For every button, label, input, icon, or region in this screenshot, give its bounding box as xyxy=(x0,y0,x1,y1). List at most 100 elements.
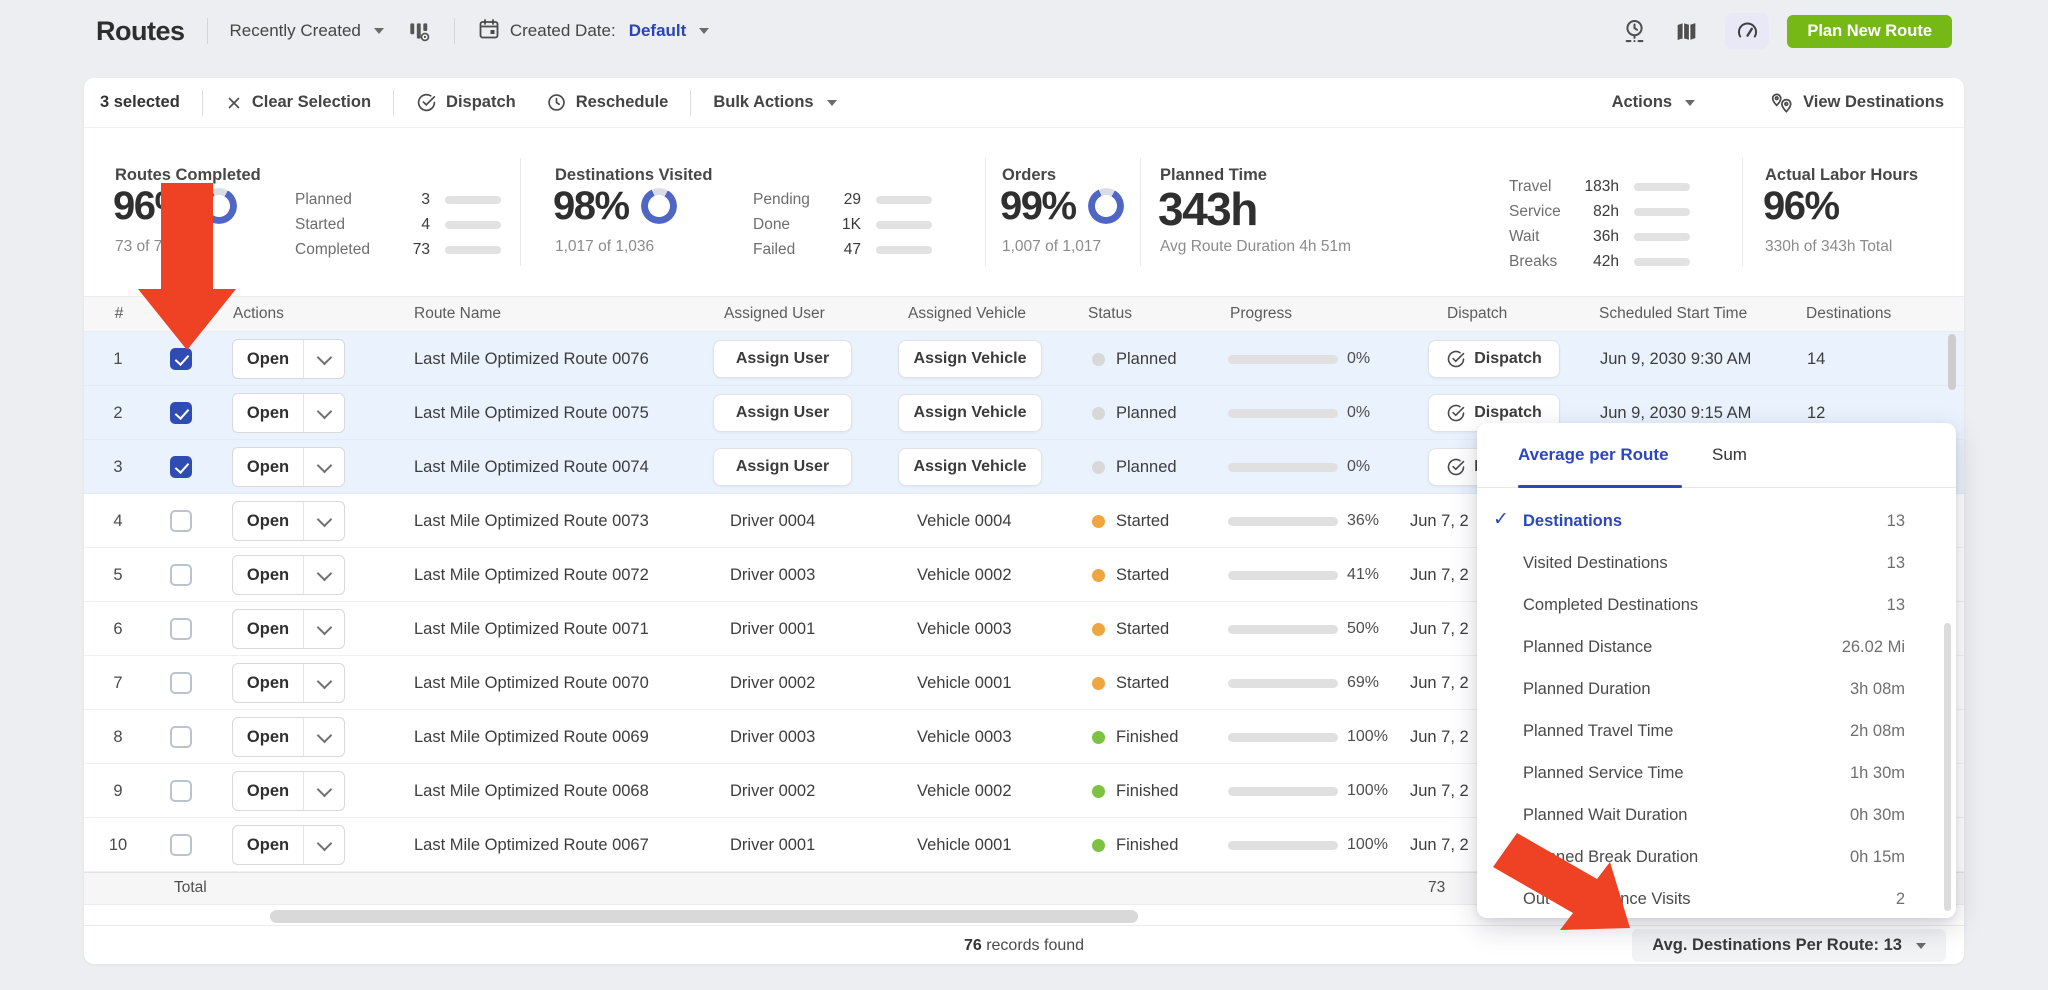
open-button-label[interactable]: Open xyxy=(233,610,303,648)
metric-option[interactable]: Planned Travel Time 2h 08m xyxy=(1477,710,1956,752)
metric-option[interactable]: ✓ Destinations 13 xyxy=(1477,500,1956,542)
assigned-user: Driver 0001 xyxy=(730,818,815,872)
open-button-caret[interactable] xyxy=(303,664,344,702)
created-date-filter[interactable]: Created Date: Default xyxy=(477,17,709,46)
row-checkbox[interactable] xyxy=(170,348,192,370)
chevron-down-icon xyxy=(316,403,332,419)
vertical-scrollbar[interactable] xyxy=(1948,334,1956,390)
metric-label: Planned Travel Time xyxy=(1523,722,1850,741)
bulk-actions-dropdown[interactable]: Bulk Actions xyxy=(713,93,836,112)
open-split-button[interactable]: Open xyxy=(232,393,345,433)
open-split-button[interactable]: Open xyxy=(232,717,345,757)
metric-option[interactable]: Completed Destinations 13 xyxy=(1477,584,1956,626)
open-button-label[interactable]: Open xyxy=(233,826,303,864)
open-button-label[interactable]: Open xyxy=(233,340,303,378)
open-button-label[interactable]: Open xyxy=(233,556,303,594)
row-checkbox[interactable] xyxy=(170,834,192,856)
actions-dropdown[interactable]: Actions xyxy=(1612,93,1696,112)
open-button-label[interactable]: Open xyxy=(233,772,303,810)
metric-option[interactable]: Planned Service Time 1h 30m xyxy=(1477,752,1956,794)
row-checkbox[interactable] xyxy=(170,510,192,532)
open-split-button[interactable]: Open xyxy=(232,609,345,649)
assign-vehicle-button[interactable]: Assign Vehicle xyxy=(898,394,1042,432)
open-button-caret[interactable] xyxy=(303,556,344,594)
open-split-button[interactable]: Open xyxy=(232,771,345,811)
progress-percent: 50% xyxy=(1347,602,1379,656)
columns-settings-icon[interactable] xyxy=(406,18,432,44)
row-checkbox[interactable] xyxy=(170,564,192,586)
row-checkbox[interactable] xyxy=(170,456,192,478)
open-split-button[interactable]: Open xyxy=(232,663,345,703)
assign-vehicle-button[interactable]: Assign Vehicle xyxy=(898,340,1042,378)
dispatch-date: Jun 7, 2 xyxy=(1410,602,1469,656)
open-split-button[interactable]: Open xyxy=(232,501,345,541)
assigned-user: Driver 0002 xyxy=(730,656,815,710)
open-button-caret[interactable] xyxy=(303,718,344,756)
assigned-user: Driver 0003 xyxy=(730,548,815,602)
tab-average-per-route[interactable]: Average per Route xyxy=(1518,445,1669,465)
plan-new-route-button[interactable]: Plan New Route xyxy=(1787,15,1952,48)
clear-selection-button[interactable]: Clear Selection xyxy=(225,93,371,112)
dispatch-button[interactable]: Dispatch xyxy=(416,92,516,113)
open-button-label[interactable]: Open xyxy=(233,718,303,756)
row-checkbox[interactable] xyxy=(170,726,192,748)
open-split-button[interactable]: Open xyxy=(232,447,345,487)
avg-destinations-dropdown[interactable]: Avg. Destinations Per Route: 13 xyxy=(1632,929,1946,962)
calendar-icon xyxy=(477,17,501,46)
assigned-vehicle: Vehicle 0002 xyxy=(917,764,1012,818)
metric-option[interactable]: Planned Distance 26.02 Mi xyxy=(1477,626,1956,668)
dashboard-toggle-button[interactable] xyxy=(1725,13,1769,49)
assigned-user: Driver 0002 xyxy=(730,764,815,818)
metric-option[interactable]: Planned Duration 3h 08m xyxy=(1477,668,1956,710)
status-dot xyxy=(1092,623,1105,636)
open-split-button[interactable]: Open xyxy=(232,339,345,379)
metric-option[interactable]: Visited Destinations 13 xyxy=(1477,542,1956,584)
open-button-caret[interactable] xyxy=(303,610,344,648)
open-button-label[interactable]: Open xyxy=(233,448,303,486)
row-checkbox[interactable] xyxy=(170,618,192,640)
sort-dropdown[interactable]: Recently Created xyxy=(230,21,384,41)
reschedule-button[interactable]: Reschedule xyxy=(546,92,669,113)
route-name: Last Mile Optimized Route 0073 xyxy=(414,494,649,548)
open-button-caret[interactable] xyxy=(303,772,344,810)
open-button-caret[interactable] xyxy=(303,394,344,432)
horizontal-scrollbar[interactable] xyxy=(270,910,1138,923)
stat-legend: Pending 29 Done 1K Failed 47 xyxy=(753,191,932,258)
assign-user-button[interactable]: Assign User xyxy=(713,340,852,378)
clock-icon xyxy=(546,92,567,113)
metric-option[interactable]: Planned Wait Duration 0h 30m xyxy=(1477,794,1956,836)
open-button-caret[interactable] xyxy=(303,826,344,864)
row-checkbox[interactable] xyxy=(170,780,192,802)
assigned-user: Driver 0001 xyxy=(730,602,815,656)
assign-vehicle-button[interactable]: Assign Vehicle xyxy=(898,448,1042,486)
panel-scrollbar[interactable] xyxy=(1944,623,1951,911)
tab-sum[interactable]: Sum xyxy=(1712,445,1747,465)
map-icon[interactable] xyxy=(1674,19,1699,44)
open-split-button[interactable]: Open xyxy=(232,825,345,865)
metric-option[interactable]: Out of Sequence Visits 2 xyxy=(1477,878,1956,920)
status-dot xyxy=(1092,569,1105,582)
view-destinations-button[interactable]: View Destinations xyxy=(1769,91,1944,114)
metric-option[interactable]: Planned Break Duration 0h 15m xyxy=(1477,836,1956,878)
open-button-caret[interactable] xyxy=(303,448,344,486)
row-index: 10 xyxy=(98,818,138,872)
open-button-caret[interactable] xyxy=(303,502,344,540)
route-monitor-icon[interactable] xyxy=(1621,18,1648,45)
metric-value: 13 xyxy=(1887,554,1905,573)
status-dot xyxy=(1092,677,1105,690)
open-button-label[interactable]: Open xyxy=(233,502,303,540)
row-checkbox[interactable] xyxy=(170,402,192,424)
dispatch-route-button[interactable]: Dispatch xyxy=(1428,340,1560,378)
assign-user-button[interactable]: Assign User xyxy=(713,448,852,486)
open-split-button[interactable]: Open xyxy=(232,555,345,595)
metric-value: 26.02 Mi xyxy=(1842,638,1905,657)
open-button-label[interactable]: Open xyxy=(233,394,303,432)
route-name: Last Mile Optimized Route 0076 xyxy=(414,332,649,386)
assign-user-button[interactable]: Assign User xyxy=(713,394,852,432)
stat-legend: Planned 3 Started 4 Completed 73 xyxy=(295,191,501,258)
metric-value: 2h 08m xyxy=(1850,722,1905,741)
open-button-label[interactable]: Open xyxy=(233,664,303,702)
open-button-caret[interactable] xyxy=(303,340,344,378)
row-checkbox[interactable] xyxy=(170,672,192,694)
check-circle-icon xyxy=(416,92,437,113)
